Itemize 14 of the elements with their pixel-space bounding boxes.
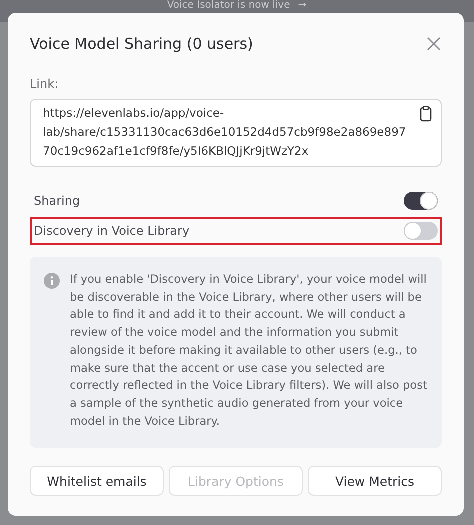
link-field[interactable]: https://elevenlabs.io/app/voice-lab/share/c15331130cac63d6e10152d4d57cb9f98e2a869e89770c19c962af1e1cf9f8fe/y5I6KBlQJjKr9jtWzY2x xyxy=(30,99,442,167)
arrow-glyph: → xyxy=(298,0,307,12)
action-button[interactable]: Whitelist emails xyxy=(30,466,164,496)
info-text: If you enable 'Discovery in Voice Library', your voice model will be discoverable in the Voice Library, where other users will be able to find it and add it to their account. We will conduct a review of the voice model and the information you submit alongside it before making it available to other users (e.g., to make sure that the accent or use case you selected are correctly reflected in the Voice Library filters). We will also post a sample of the synthetic audio generated from your voice model in the Voice Library. xyxy=(70,272,428,430)
toggle-label: Sharing xyxy=(34,194,80,208)
clipboard-icon[interactable] xyxy=(420,106,432,122)
info-icon xyxy=(44,273,60,289)
close-button[interactable] xyxy=(426,36,442,52)
toggle-switch[interactable] xyxy=(404,192,438,210)
action-button[interactable]: View Metrics xyxy=(308,466,442,496)
dialog-title: Voice Model Sharing (0 users) xyxy=(30,35,254,53)
toggle-label: Discovery in Voice Library xyxy=(34,224,190,238)
link-label: Link: xyxy=(30,77,60,91)
toggle-switch[interactable] xyxy=(404,222,438,240)
